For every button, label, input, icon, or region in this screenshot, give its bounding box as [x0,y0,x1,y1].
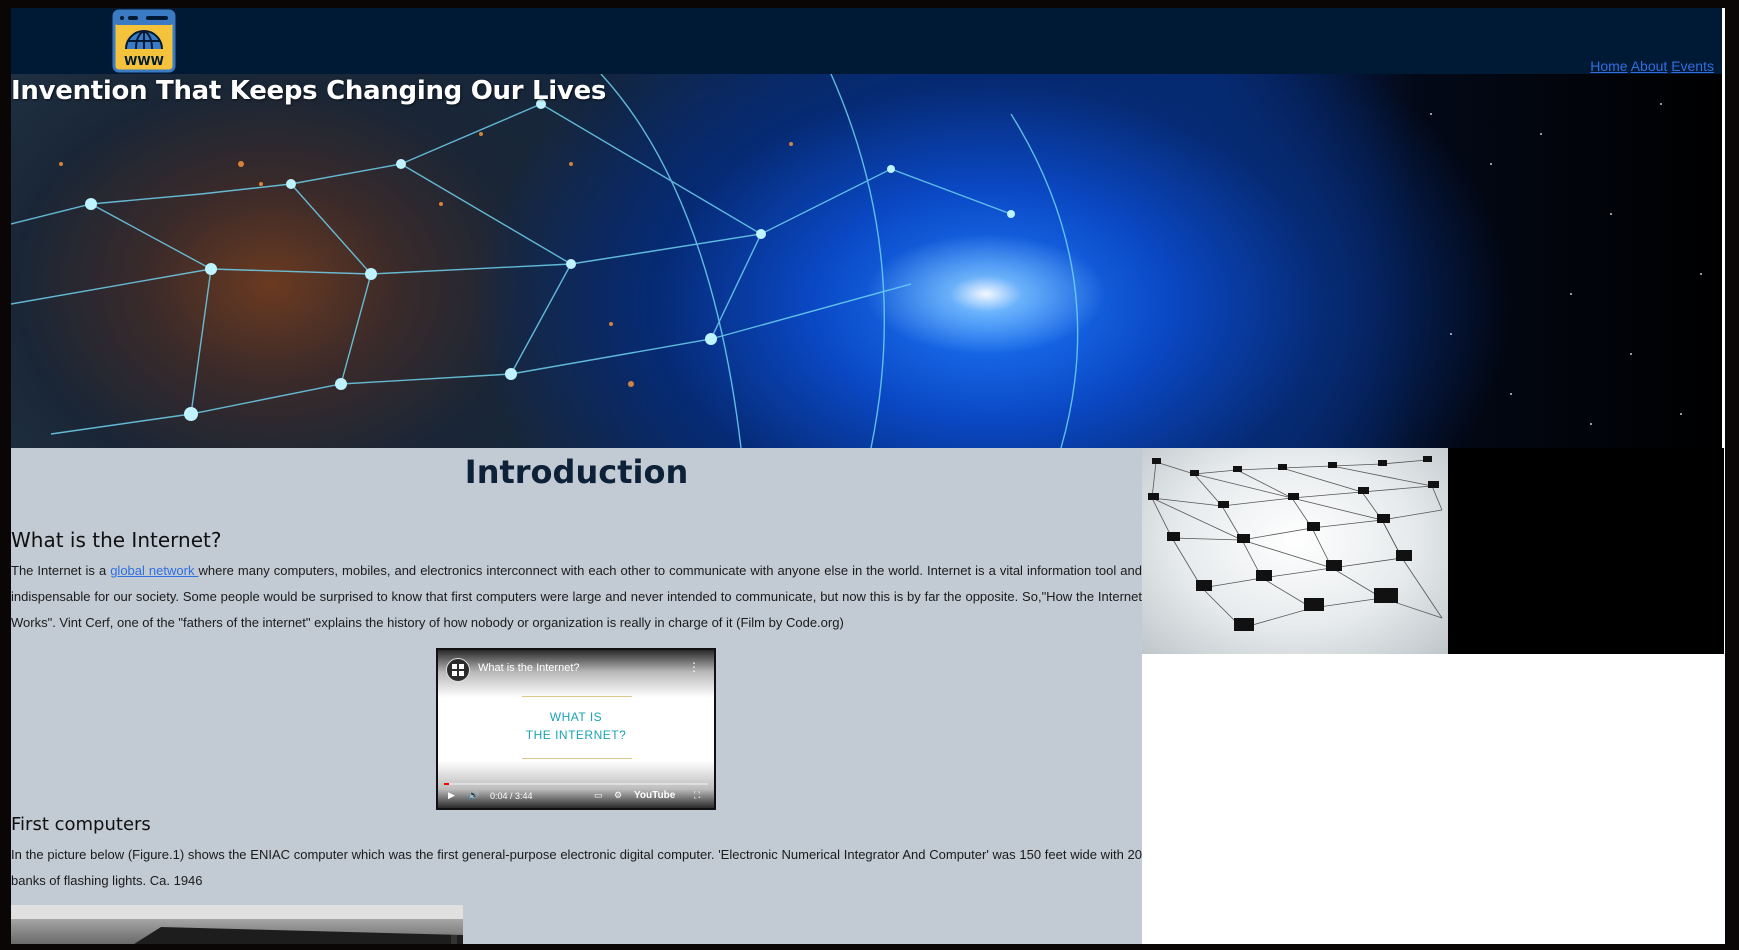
page-title: Invention That Keeps Changing Our Lives [11,76,607,106]
side-panel-black [1448,448,1724,654]
global-network-link[interactable]: global network [110,563,198,578]
top-nav: Home About Events [1590,58,1714,74]
main-content: Introduction What is the Internet? The I… [11,448,1142,944]
internet-paragraph: The Internet is a global network where m… [11,558,1142,636]
computer-network-image [1142,448,1448,654]
logo-text: WWW [124,54,164,68]
network-globe-illustration [11,74,1702,448]
video-divider-bottom [522,758,632,759]
more-options-icon[interactable]: ⋮ [688,660,700,674]
nav-home-link[interactable]: Home [1590,58,1627,74]
captions-icon[interactable]: ▭ [594,790,603,801]
video-controls: ▶ 🔊 0:04 / 3:44 ▭ ⚙ YouTube ⛶ [444,790,708,806]
page-frame-left [0,0,11,950]
fullscreen-icon[interactable]: ⛶ [694,790,700,801]
www-globe-logo-icon[interactable]: WWW [112,9,176,73]
page-frame-right [1724,0,1739,950]
video-time: 0:04 / 3:44 [490,791,533,801]
page-frame-bottom [0,944,1739,950]
eniac-computer-image [11,905,463,944]
what-is-internet-heading: What is the Internet? [11,528,222,552]
hero-banner-image: Invention That Keeps Changing Our Lives [11,74,1722,448]
settings-gear-icon[interactable]: ⚙ [614,790,622,801]
youtube-video-player[interactable]: What is the Internet? ⋮ WHAT IS THE INTE… [436,648,716,810]
nav-about-link[interactable]: About [1631,58,1668,74]
first-computers-paragraph: In the picture below (Figure.1) shows th… [11,847,1142,888]
video-divider-top [522,696,632,697]
site-header: WWW Home About Events [11,8,1722,74]
introduction-heading: Introduction [464,453,689,491]
page-frame-top [0,0,1739,8]
first-computers-heading: First computers [11,814,151,835]
video-title[interactable]: What is the Internet? [478,662,580,674]
youtube-logo[interactable]: YouTube [634,790,675,801]
internet-paragraph-intro: The Internet is a [11,563,111,578]
code-org-channel-icon[interactable] [446,658,470,682]
nav-events-link[interactable]: Events [1671,58,1714,74]
video-center-text: WHAT IS THE INTERNET? [525,710,627,742]
video-progress-fill [444,783,449,785]
play-icon[interactable]: ▶ [448,790,455,801]
volume-icon[interactable]: 🔊 [468,790,479,801]
video-progress-bar[interactable] [444,783,708,785]
